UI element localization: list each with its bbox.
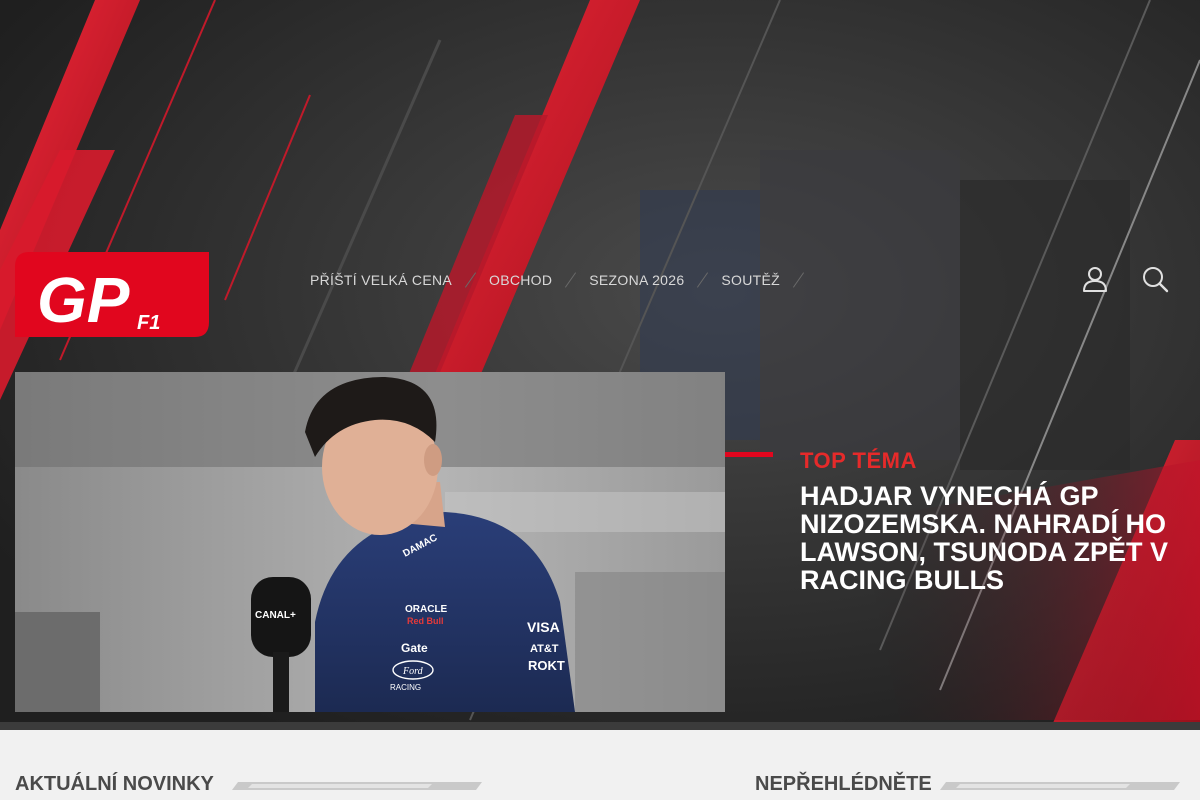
svg-text:AT&T: AT&T bbox=[530, 643, 559, 655]
nav-item-next-gp[interactable]: PŘÍŠTÍ VELKÁ CENA bbox=[310, 272, 452, 288]
main-nav: PŘÍŠTÍ VELKÁ CENA OBCHOD SEZONA 2026 SOU… bbox=[310, 270, 817, 290]
svg-text:ROKT: ROKT bbox=[528, 658, 565, 673]
hero-section: GP F1 PŘÍŠTÍ VELKÁ CENA OBCHOD SEZONA 20… bbox=[0, 0, 1200, 730]
nav-item-shop[interactable]: OBCHOD bbox=[489, 272, 552, 288]
nav-separator bbox=[565, 272, 577, 288]
site-logo[interactable]: GP F1 bbox=[15, 252, 209, 337]
topic-accent-line bbox=[725, 452, 773, 457]
section-title-dont-miss: NEPŘEHLÉDNĚTE bbox=[755, 773, 932, 795]
nav-separator bbox=[464, 272, 477, 288]
section-title-decoration bbox=[940, 782, 1180, 790]
user-icon[interactable] bbox=[1081, 265, 1109, 293]
svg-text:CANAL+: CANAL+ bbox=[255, 610, 296, 621]
svg-text:RACING: RACING bbox=[390, 683, 421, 692]
svg-text:GP: GP bbox=[37, 264, 130, 336]
svg-text:F1: F1 bbox=[137, 312, 160, 334]
section-title-latest-news: AKTUÁLNÍ NOVINKY bbox=[15, 773, 214, 795]
nav-separator bbox=[792, 272, 805, 288]
svg-text:VISA: VISA bbox=[527, 619, 560, 635]
hero-headline[interactable]: HADJAR VYNECHÁ GP NIZOZEMSKA. NAHRADÍ HO… bbox=[800, 482, 1170, 594]
section-title-decoration bbox=[232, 782, 482, 790]
svg-text:Ford: Ford bbox=[402, 666, 424, 677]
search-icon[interactable] bbox=[1141, 265, 1169, 293]
hero-bottom-bar bbox=[0, 722, 1200, 730]
nav-item-season[interactable]: SEZONA 2026 bbox=[589, 272, 684, 288]
svg-text:Gate: Gate bbox=[401, 641, 428, 655]
svg-text:Red Bull: Red Bull bbox=[407, 616, 444, 626]
svg-text:ORACLE: ORACLE bbox=[405, 604, 448, 615]
topic-label: TOP TÉMA bbox=[800, 448, 917, 473]
nav-item-contest[interactable]: SOUTĚŽ bbox=[721, 272, 780, 288]
hero-article-image[interactable]: ORACLE Red Bull Gate Ford RACING VISA AT… bbox=[15, 372, 725, 712]
nav-separator bbox=[697, 272, 709, 288]
